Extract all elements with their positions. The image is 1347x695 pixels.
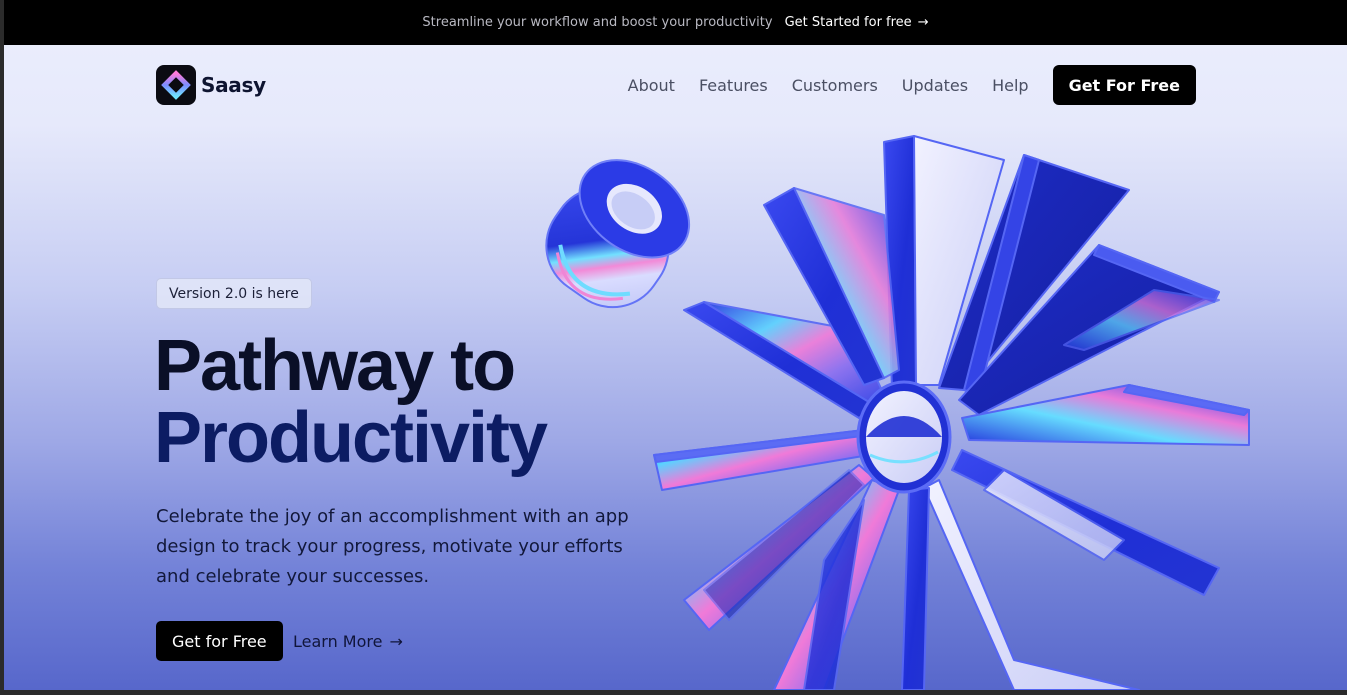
nav-item-about[interactable]: About <box>628 76 675 95</box>
nav-item-features[interactable]: Features <box>699 76 768 95</box>
diamond-logo-icon <box>156 65 196 105</box>
version-badge[interactable]: Version 2.0 is here <box>156 278 312 309</box>
nav-item-updates[interactable]: Updates <box>902 76 968 95</box>
nav-item-help[interactable]: Help <box>992 76 1028 95</box>
nav-item-customers[interactable]: Customers <box>792 76 878 95</box>
main-nav: Saasy About Features Customers Updates H… <box>156 65 1196 105</box>
brand[interactable]: Saasy <box>156 65 266 105</box>
get-for-free-button[interactable]: Get for Free <box>156 621 283 661</box>
nav-menu: About Features Customers Updates Help Ge… <box>628 65 1196 105</box>
brand-name: Saasy <box>201 73 266 97</box>
page-frame: Streamline your workflow and boost your … <box>4 0 1347 690</box>
hero-headline: Pathway to Productivity <box>154 326 548 478</box>
hero-description: Celebrate the joy of an accomplishment w… <box>156 506 629 587</box>
get-for-free-nav-button[interactable]: Get For Free <box>1052 65 1196 105</box>
learn-more-link[interactable]: Learn More → <box>293 621 403 661</box>
arrow-right-icon: → <box>389 631 403 651</box>
learn-more-label: Learn More <box>293 631 383 651</box>
headline-line-1: Pathway to <box>154 326 516 406</box>
headline-line-2: Productivity <box>154 398 548 478</box>
